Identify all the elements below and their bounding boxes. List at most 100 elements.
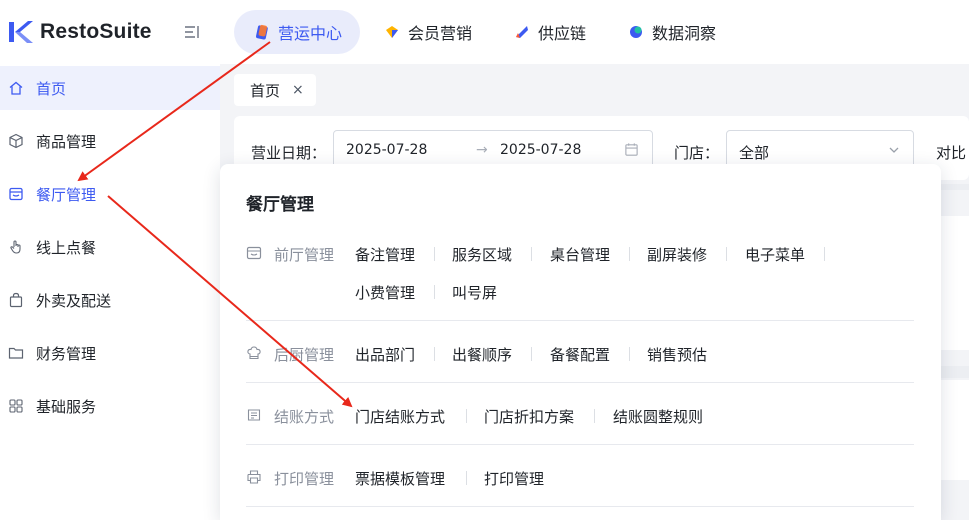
- business-date-label: 营业日期：: [251, 144, 327, 162]
- sidebar-item-home[interactable]: 首页: [0, 66, 220, 110]
- menu-group-title: 后厨管理: [274, 346, 335, 364]
- link-separator: [531, 247, 532, 261]
- grid-icon: [9, 399, 23, 413]
- menu-link-electronic-menu[interactable]: 电子菜单: [745, 244, 805, 265]
- sidebar-item-restaurant-management[interactable]: 餐厅管理: [0, 172, 220, 216]
- store-select[interactable]: 全部: [726, 130, 914, 168]
- link-separator: [594, 409, 595, 423]
- module-tab-operations[interactable]: 营运中心: [234, 10, 361, 54]
- tab-label: 首页: [250, 81, 281, 100]
- link-separator: [466, 409, 467, 423]
- link-separator: [531, 347, 532, 361]
- menu-panel-title: 餐厅管理: [246, 195, 314, 215]
- sidebar-item-label: 首页: [36, 79, 67, 98]
- member-marketing-module-icon: [386, 26, 399, 38]
- menu-link-checkout-rounding-rules[interactable]: 结账圆整规则: [613, 406, 703, 427]
- link-separator: [726, 247, 727, 261]
- front-of-house-icon: [246, 246, 262, 260]
- menu-link-prep-configuration[interactable]: 备餐配置: [550, 344, 610, 365]
- chef-hat-icon: [247, 346, 261, 360]
- menu-group-divider: [246, 444, 914, 445]
- module-tab-label: 会员营销: [408, 24, 473, 43]
- background-card-edge: [941, 216, 969, 350]
- menu-link-remark-management[interactable]: 备注管理: [355, 244, 415, 265]
- tab-home[interactable]: 首页 ×: [234, 74, 316, 106]
- sidebar-item-finance[interactable]: 财务管理: [0, 331, 220, 375]
- collapse-sidebar-icon[interactable]: [182, 22, 202, 42]
- menu-group-divider: [246, 506, 914, 507]
- brand-logo[interactable]: RestoSuite: [8, 18, 152, 46]
- supply-chain-module-icon: [516, 26, 529, 38]
- module-tab-supply-chain[interactable]: 供应链: [496, 10, 604, 54]
- menu-link-print-management[interactable]: 打印管理: [484, 468, 544, 489]
- link-separator: [629, 247, 630, 261]
- menu-link-tip-management[interactable]: 小费管理: [355, 282, 415, 303]
- hand-pointer-icon: [10, 240, 21, 254]
- restaurant-management-menu-panel: 餐厅管理 前厅管理 备注管理 服务区域 桌台管理 副屏装修 电子菜单 小费管理 …: [220, 164, 941, 520]
- background-card-edge: [941, 366, 969, 378]
- link-separator: [629, 347, 630, 361]
- sidebar-item-label: 基础服务: [36, 397, 97, 416]
- home-icon: [9, 81, 23, 95]
- menu-link-calling-screen[interactable]: 叫号屏: [452, 282, 497, 303]
- module-tab-label: 供应链: [538, 24, 587, 43]
- menu-link-store-checkout-methods[interactable]: 门店结账方式: [355, 406, 445, 427]
- printer-icon: [247, 470, 261, 484]
- menu-group-divider: [246, 320, 914, 321]
- menu-link-service-area[interactable]: 服务区域: [452, 244, 512, 265]
- store-icon: [9, 187, 23, 201]
- sidebar-item-online-ordering[interactable]: 线上点餐: [0, 225, 220, 269]
- background-card-edge: [941, 380, 969, 480]
- link-separator: [434, 247, 435, 261]
- menu-link-secondary-screen-decoration[interactable]: 副屏装修: [647, 244, 707, 265]
- business-date-range-picker[interactable]: 2025-07-28 → 2025-07-28: [333, 130, 653, 168]
- sidebar-item-product-management[interactable]: 商品管理: [0, 119, 220, 163]
- folder-icon: [8, 347, 24, 359]
- date-end-value: 2025-07-28: [500, 142, 582, 158]
- link-separator: [824, 247, 825, 261]
- menu-group-title: 结账方式: [274, 408, 335, 426]
- calendar-icon: [625, 143, 638, 156]
- module-tab-label: 数据洞察: [652, 24, 717, 43]
- sidebar-item-delivery[interactable]: 外卖及配送: [0, 278, 220, 322]
- menu-link-serving-order[interactable]: 出餐顺序: [452, 344, 512, 365]
- module-tab-data-insight[interactable]: 数据洞察: [610, 10, 734, 54]
- brand-logo-icon: [9, 21, 33, 43]
- link-separator: [434, 347, 435, 361]
- menu-group-title: 打印管理: [274, 470, 335, 488]
- menu-group-divider: [246, 382, 914, 383]
- link-separator: [434, 285, 435, 299]
- operations-module-icon: [256, 24, 268, 40]
- brand-name: RestoSuite: [40, 20, 152, 43]
- close-icon[interactable]: ×: [292, 82, 304, 98]
- date-start-value: 2025-07-28: [346, 142, 428, 158]
- shopping-bag-icon: [9, 292, 23, 308]
- sidebar-item-label: 外卖及配送: [36, 291, 112, 310]
- menu-link-table-management[interactable]: 桌台管理: [550, 244, 610, 265]
- data-insight-module-icon: [630, 26, 643, 38]
- sidebar-item-label: 线上点餐: [36, 238, 97, 257]
- menu-link-receipt-template-management[interactable]: 票据模板管理: [355, 468, 445, 489]
- menu-link-dish-department[interactable]: 出品部门: [355, 344, 415, 365]
- sidebar: 首页 商品管理 餐厅管理 线上点餐 外卖及配送 财务管理 基础服务: [0, 64, 220, 520]
- link-separator: [466, 471, 467, 485]
- module-tab-label: 营运中心: [278, 24, 343, 43]
- sidebar-item-label: 商品管理: [36, 132, 97, 151]
- compare-label: 对比: [936, 144, 967, 162]
- menu-link-sales-forecast[interactable]: 销售预估: [647, 344, 707, 365]
- sidebar-item-label: 财务管理: [36, 344, 97, 363]
- module-tab-member-marketing[interactable]: 会员营销: [366, 10, 490, 54]
- chevron-down-icon: [889, 147, 899, 153]
- sidebar-item-basic-services[interactable]: 基础服务: [0, 384, 220, 428]
- receipt-icon: [247, 409, 261, 421]
- top-bar: RestoSuite 营运中心 会员营销 供应链 数据洞察: [0, 0, 969, 64]
- menu-group-title: 前厅管理: [274, 246, 335, 264]
- store-label: 门店：: [674, 144, 720, 162]
- module-nav: 营运中心 会员营销 供应链 数据洞察: [234, 9, 740, 55]
- store-select-value: 全部: [739, 144, 770, 162]
- sidebar-item-label: 餐厅管理: [36, 185, 97, 204]
- background-card-edge: [941, 184, 969, 190]
- range-arrow-icon: →: [476, 142, 488, 158]
- cube-icon: [9, 133, 23, 149]
- menu-link-store-discount-plan[interactable]: 门店折扣方案: [484, 406, 574, 427]
